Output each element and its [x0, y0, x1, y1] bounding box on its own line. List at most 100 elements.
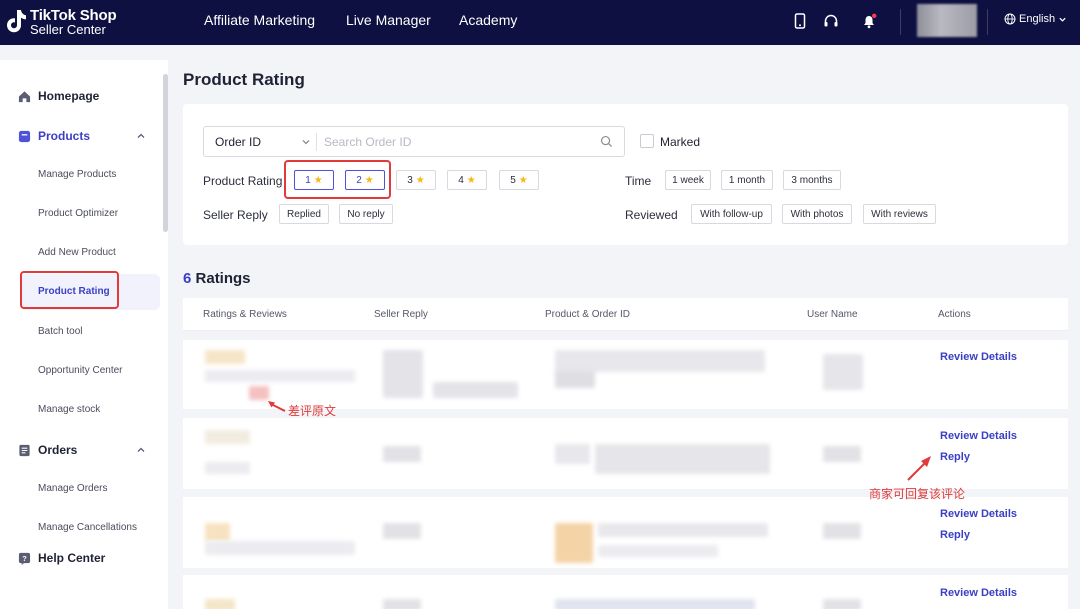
sidebar-item-orders[interactable]: Orders: [0, 442, 160, 458]
rating-chip-3[interactable]: 3 ★: [396, 170, 436, 190]
reply-link[interactable]: Reply: [940, 451, 970, 463]
top-bar: TikTok Shop Seller Center Affiliate Mark…: [0, 0, 1080, 45]
avatar[interactable]: [917, 4, 977, 37]
product-info: [555, 370, 595, 388]
reply-chip-no-reply[interactable]: No reply: [339, 204, 393, 224]
time-chip-1-week[interactable]: 1 week: [665, 170, 711, 190]
sidebar-item-label: Help Center: [38, 551, 106, 565]
star-icon: ★: [415, 174, 425, 186]
column-header: User Name: [807, 309, 858, 320]
sidebar-item-manage-cancellations[interactable]: Manage Cancellations: [0, 521, 160, 534]
table-row: Review Details Reply: [183, 497, 1068, 568]
reviewed-label: Reviewed: [625, 208, 678, 222]
table-row: Review Details: [183, 575, 1068, 609]
sidebar-item-help-center[interactable]: ? Help Center: [0, 550, 160, 566]
reply-chip-replied[interactable]: Replied: [279, 204, 329, 224]
rating-stars: [205, 523, 230, 541]
header-divider: [987, 9, 988, 35]
sidebar-item-label: Homepage: [38, 89, 100, 103]
column-header: Seller Reply: [374, 309, 428, 320]
nav-affiliate-marketing[interactable]: Affiliate Marketing: [204, 12, 315, 28]
sidebar-item-batch-tool[interactable]: Batch tool: [0, 325, 160, 338]
column-header: Product & Order ID: [545, 309, 631, 320]
chevron-up-icon: [137, 133, 145, 138]
seller-reply-text: [383, 523, 421, 539]
svg-text:?: ?: [22, 553, 27, 562]
seller-reply-text: [383, 446, 421, 462]
ratings-label: Ratings: [195, 270, 251, 287]
chevron-down-icon[interactable]: [301, 137, 311, 147]
review-text: [205, 541, 355, 555]
bad-review-annotation: 差评原文: [288, 404, 337, 418]
marked-label: Marked: [660, 135, 701, 149]
reviewed-chip-with-reviews[interactable]: With reviews: [863, 204, 936, 224]
phone-icon[interactable]: [790, 11, 810, 31]
sidebar-item-manage-stock[interactable]: Manage stock: [0, 403, 160, 416]
review-details-link[interactable]: Review Details: [940, 430, 1017, 442]
star-icon: ★: [466, 174, 476, 186]
sidebar-item-label: Orders: [38, 443, 78, 457]
sidebar-item-manage-orders[interactable]: Manage Orders: [0, 482, 160, 495]
chevron-down-icon: [1059, 17, 1066, 22]
user-name: [823, 354, 863, 390]
rating-value: 4: [458, 174, 464, 186]
language-selector[interactable]: English: [1004, 13, 1067, 25]
chevron-up-icon: [137, 447, 145, 452]
nav-live-manager[interactable]: Live Manager: [346, 12, 431, 28]
column-header: Ratings & Reviews: [203, 309, 287, 320]
time-chip-3-months[interactable]: 3 months: [783, 170, 841, 190]
rating-stars: [205, 599, 235, 609]
annotation-highlight-box: [20, 271, 119, 309]
seller-reply-label: Seller Reply: [203, 208, 268, 222]
nav-academy[interactable]: Academy: [459, 12, 517, 28]
annotation-highlight-box: [284, 160, 391, 199]
table-row: Review Details: [183, 340, 1068, 409]
sidebar-item-opportunity-center[interactable]: Opportunity Center: [0, 364, 160, 377]
header-divider: [900, 9, 901, 35]
sidebar-item-label: Opportunity Center: [38, 365, 123, 376]
rating-value: 3: [407, 174, 413, 186]
sidebar-item-product-optimizer[interactable]: Product Optimizer: [0, 207, 160, 220]
orders-icon: [19, 444, 30, 456]
search-icon[interactable]: [600, 135, 613, 148]
review-text: [205, 370, 355, 382]
review-details-link[interactable]: Review Details: [940, 508, 1017, 520]
tiktok-shop-logo[interactable]: TikTok Shop Seller Center: [4, 6, 117, 38]
language-label: English: [1019, 13, 1056, 25]
sidebar-scrollbar[interactable]: [163, 74, 168, 232]
product-image: [555, 523, 593, 563]
product-info: [555, 350, 765, 372]
rating-chip-5[interactable]: 5 ★: [499, 170, 539, 190]
ratings-count: 6: [183, 270, 192, 287]
product-info: [598, 523, 768, 537]
marked-checkbox[interactable]: [640, 134, 654, 148]
sidebar-item-products[interactable]: Products: [0, 128, 160, 144]
time-chip-1-month[interactable]: 1 month: [721, 170, 773, 190]
headset-icon[interactable]: [821, 11, 841, 31]
user-name: [823, 446, 861, 462]
reviewed-chip-with-photos[interactable]: With photos: [782, 204, 852, 224]
search-input[interactable]: [324, 132, 594, 152]
product-rating-label: Product Rating: [203, 174, 283, 188]
tiktok-logo-icon: [7, 10, 26, 33]
search-field-select[interactable]: Order ID: [215, 135, 261, 149]
seller-reply-text: [383, 350, 423, 398]
sidebar-item-add-new-product[interactable]: Add New Product: [0, 246, 160, 259]
rating-value: 5: [510, 174, 516, 186]
user-name: [823, 523, 861, 539]
rating-chip-4[interactable]: 4 ★: [447, 170, 487, 190]
bell-icon[interactable]: [859, 11, 879, 31]
sidebar-item-label: Manage Products: [38, 169, 117, 180]
reviewed-chip-with-follow-up[interactable]: With follow-up: [691, 204, 772, 224]
sidebar-item-manage-products[interactable]: Manage Products: [0, 168, 160, 181]
review-details-link[interactable]: Review Details: [940, 351, 1017, 363]
sidebar-item-label: Manage stock: [38, 404, 101, 415]
time-label: Time: [625, 174, 652, 188]
sidebar-item-homepage[interactable]: Homepage: [0, 88, 160, 104]
annotation-arrow-icon: [268, 401, 286, 412]
help-icon: ?: [18, 552, 31, 565]
sidebar-item-label: Product Optimizer: [38, 208, 119, 219]
review-details-link[interactable]: Review Details: [940, 587, 1017, 599]
reply-link[interactable]: Reply: [940, 529, 970, 541]
search-divider: [316, 133, 317, 151]
